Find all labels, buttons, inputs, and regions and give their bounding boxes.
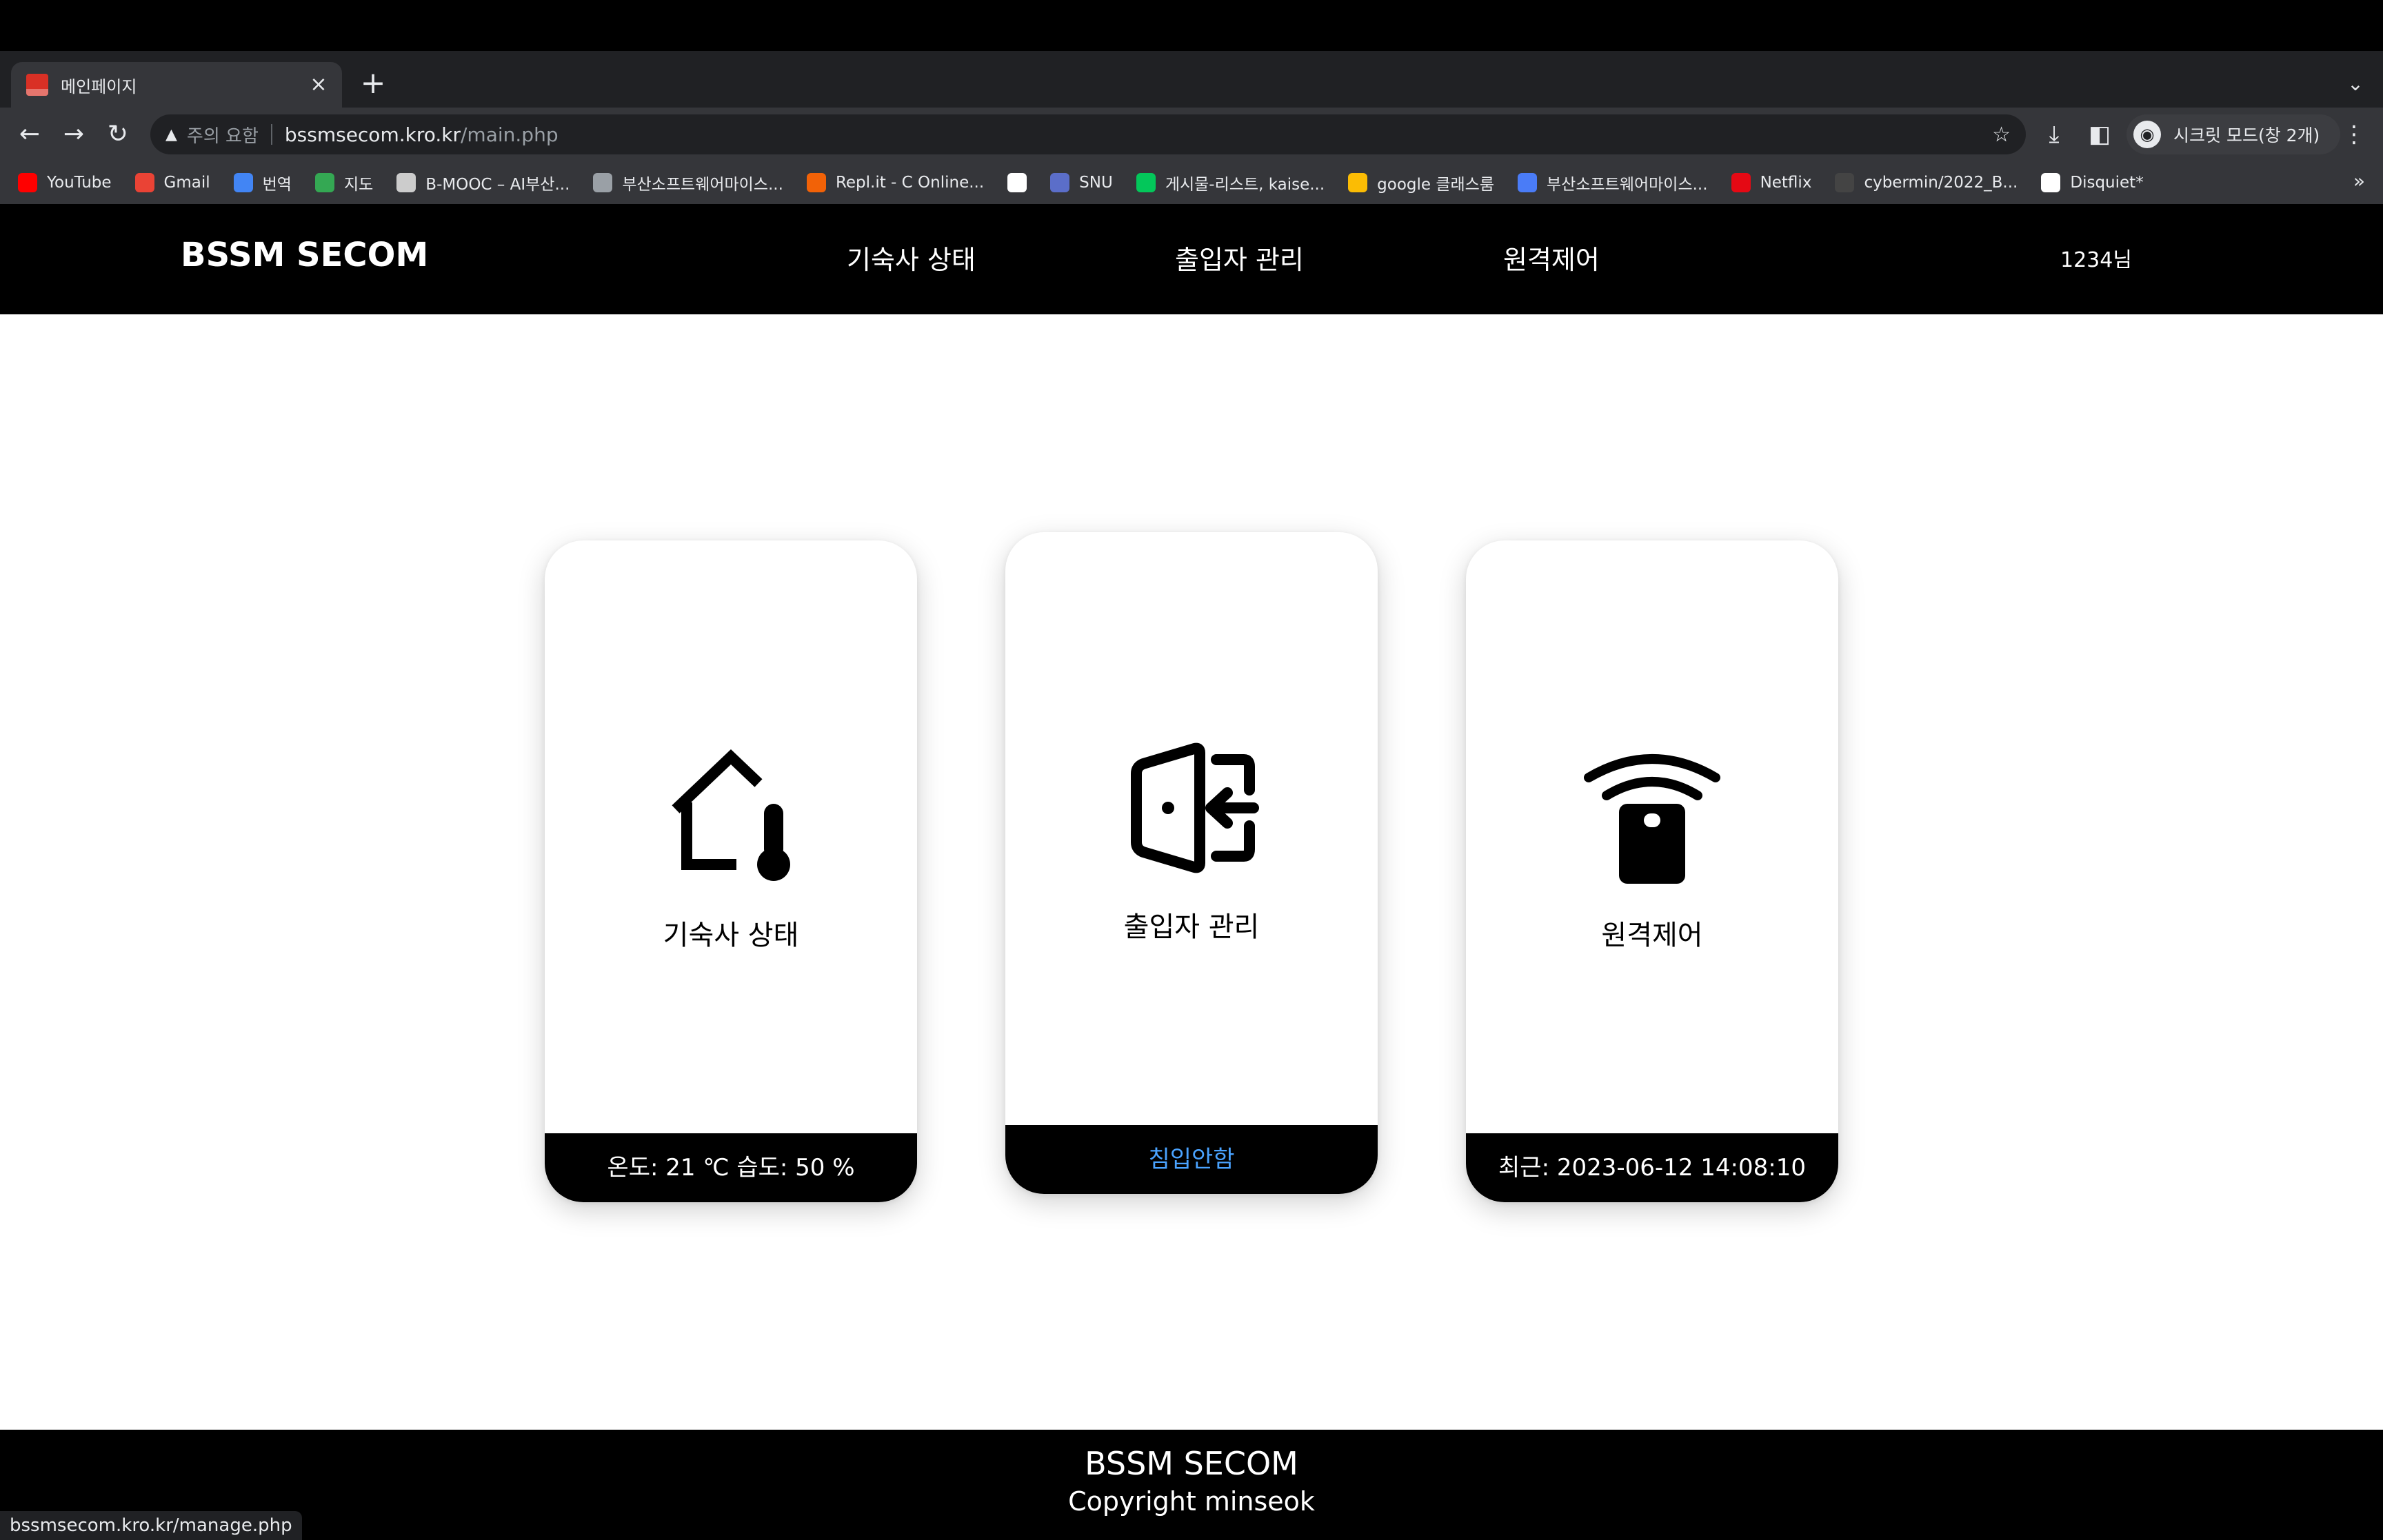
url-host[interactable]: bssmsecom.kro.kr [285, 123, 461, 146]
bookmark-label: 지도 [343, 176, 374, 194]
bookmark-item[interactable]: google 클래스룸 [1348, 171, 1494, 194]
bookmark-favicon-icon [1835, 173, 1855, 192]
bookmarks-bar: YouTube Gmail 번역 지도 B-MOOC – AI부산... 부산소프트웨어마… [0, 161, 2383, 204]
door-enter-icon [1131, 742, 1259, 873]
bookmark-label: Gmail [163, 174, 210, 192]
climate-readout: 온도: 21 ℃ 습도: 50 % [545, 1133, 917, 1202]
more-bookmarks-icon[interactable]: » [2353, 170, 2365, 192]
bookmark-item[interactable]: Gmail [134, 173, 210, 192]
omnibox-divider [270, 124, 272, 145]
card-dorm-status[interactable]: 기숙사 상태 온도: 21 ℃ 습도: 50 % [545, 540, 917, 1202]
bookmark-label: 번역 [262, 176, 292, 194]
bookmark-item[interactable]: Repl.it - C Online... [806, 173, 985, 192]
bookmark-label: B-MOOC – AI부산... [425, 176, 570, 194]
last-control-timestamp: 최근: 2023-06-12 14:08:10 [1466, 1133, 1838, 1202]
browser-menu-icon[interactable]: ⋮ [2340, 117, 2368, 152]
bookmark-item[interactable]: YouTube [18, 173, 112, 192]
reload-icon[interactable]: ↻ [101, 117, 135, 152]
bookmark-item[interactable]: 부산소프트웨어마이스... [1518, 171, 1708, 194]
tab-search-chevron-icon[interactable]: ⌄ [2340, 69, 2371, 99]
bookmark-item[interactable]: 번역 [233, 171, 292, 194]
back-arrow-icon[interactable]: ← [12, 117, 47, 152]
new-tab-icon[interactable]: + [356, 66, 390, 101]
tab-main-page[interactable]: 메인페이지 × [11, 62, 342, 108]
bookmark-favicon-icon [396, 173, 416, 192]
bookmark-label: SNU [1079, 174, 1113, 192]
bookmark-favicon-icon [1731, 173, 1751, 192]
bookmark-favicon-icon [806, 173, 826, 192]
bookmark-item[interactable]: 지도 [314, 171, 374, 194]
footer-copyright: Copyright minseok [1068, 1486, 1315, 1517]
link-hover-status: bssmsecom.kro.kr/manage.php [0, 1511, 302, 1540]
window-titlebar [0, 0, 2383, 51]
bookmark-favicon-icon [314, 173, 334, 192]
nav-visitor-management[interactable]: 출입자 관리 [1175, 239, 1304, 276]
bookmark-label: 게시물-리스트, kaise... [1165, 176, 1325, 194]
tab-title: 메인페이지 [61, 77, 137, 97]
bookmark-item[interactable]: 게시물-리스트, kaise... [1136, 171, 1325, 194]
bookmark-favicon-icon [134, 173, 154, 192]
bookmark-item[interactable]: Disquiet* [2041, 173, 2144, 192]
card-remote-control[interactable]: 원격제어 최근: 2023-06-12 14:08:10 [1466, 540, 1838, 1202]
intrusion-status: 침입안함 [1005, 1125, 1378, 1194]
site-footer: BSSM SECOM Copyright minseok [0, 1430, 2383, 1540]
browser-chrome: 메인페이지 × + ⌄ ← → ↻ ▲ 주의 요함 bssmsecom.kro.… [0, 0, 2383, 204]
bookmark-label: 부산소프트웨어마이스... [622, 176, 783, 194]
secom-favicon-icon [26, 74, 48, 96]
download-icon[interactable]: ⤓ [2037, 117, 2071, 152]
bookmark-favicon-icon [1007, 173, 1027, 192]
incognito-label: 시크릿 모드(창 2개) [2173, 125, 2320, 145]
bookmark-item[interactable]: cybermin/2022_B... [1835, 173, 2018, 192]
nav-remote-control[interactable]: 원격제어 [1503, 239, 1600, 276]
incognito-icon: ◉ [2133, 121, 2161, 148]
bookmark-favicon-icon [1518, 173, 1538, 192]
nav-dorm-status[interactable]: 기숙사 상태 [847, 239, 976, 276]
close-icon[interactable]: × [305, 74, 332, 95]
bookmark-item[interactable]: B-MOOC – AI부산... [396, 171, 570, 194]
warning-triangle-icon[interactable]: ▲ [165, 126, 177, 143]
card-title: 원격제어 [1601, 920, 1703, 951]
bookmark-label: cybermin/2022_B... [1864, 174, 2018, 192]
incognito-indicator[interactable]: ◉ 시크릿 모드(창 2개) [2126, 114, 2341, 154]
card-title: 출입자 관리 [1123, 911, 1260, 943]
bookmark-label: Disquiet* [2070, 174, 2144, 192]
site-brand[interactable]: BSSM SECOM [181, 236, 428, 274]
bookmark-label: YouTube [47, 174, 112, 192]
bookmark-label: Netflix [1760, 174, 1812, 192]
footer-brand: BSSM SECOM [1085, 1445, 1298, 1482]
house-thermometer-icon [672, 749, 790, 881]
bookmark-favicon-icon [2041, 173, 2061, 192]
bookmark-favicon-icon [233, 173, 253, 192]
user-name: 1234님 [2060, 248, 2132, 272]
security-warning-label[interactable]: 주의 요함 [187, 122, 259, 148]
bookmark-label: 부산소프트웨어마이스... [1547, 176, 1708, 194]
bookmark-label: Repl.it - C Online... [835, 174, 985, 192]
bookmark-item[interactable]: 부산소프트웨어마이스... [593, 171, 783, 194]
side-panel-icon[interactable]: ◧ [2082, 117, 2117, 152]
site-header: BSSM SECOM 기숙사 상태 출입자 관리 원격제어 1234님 [0, 204, 2383, 314]
bookmark-star-icon[interactable]: ☆ [1992, 123, 2011, 147]
address-bar[interactable]: ▲ 주의 요함 bssmsecom.kro.kr /main.php ☆ [150, 114, 2026, 154]
bookmark-favicon-icon [1348, 173, 1368, 192]
url-path[interactable]: /main.php [461, 123, 559, 146]
bookmark-favicon-icon [1136, 173, 1156, 192]
card-visitor-management[interactable]: 출입자 관리 침입안함 [1005, 532, 1378, 1194]
bookmark-item[interactable]: Netflix [1731, 173, 1812, 192]
bookmark-label: google 클래스룸 [1377, 176, 1495, 194]
bookmark-favicon-icon [593, 173, 613, 192]
remote-control-icon [1584, 754, 1720, 884]
page-content: BSSM SECOM 기숙사 상태 출입자 관리 원격제어 1234님 기숙사 … [0, 204, 2383, 1540]
bookmark-item[interactable]: SNU [1050, 173, 1113, 192]
bookmark-favicon-icon [18, 173, 37, 192]
bookmark-favicon-icon [1050, 173, 1070, 192]
card-title: 기숙사 상태 [663, 920, 799, 951]
forward-arrow-icon[interactable]: → [57, 117, 91, 152]
bookmark-item[interactable] [1007, 173, 1036, 192]
